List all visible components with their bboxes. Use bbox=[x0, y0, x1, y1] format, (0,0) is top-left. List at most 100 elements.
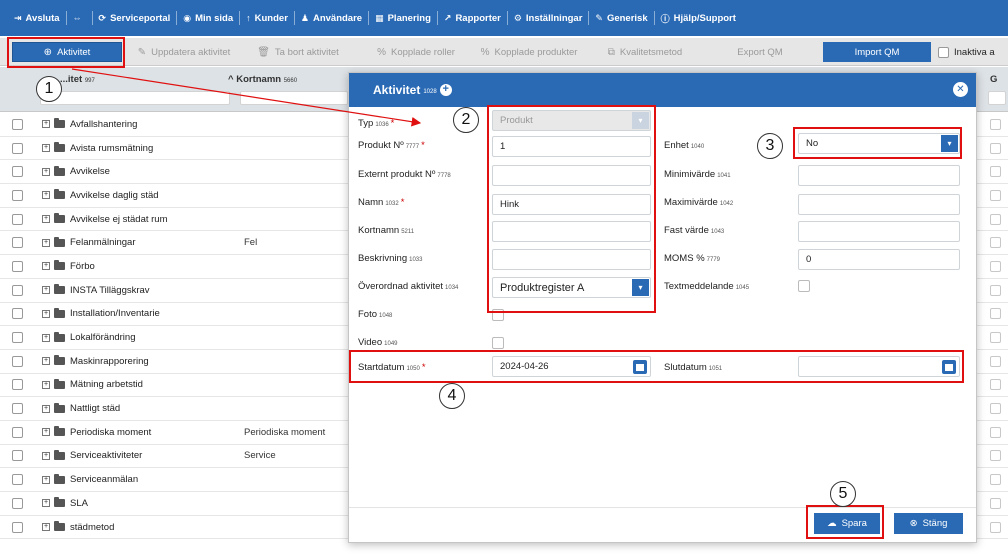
external-product-number-input[interactable] bbox=[492, 165, 651, 186]
column-header-right[interactable]: G bbox=[990, 74, 997, 85]
inactive-checkbox[interactable] bbox=[938, 46, 949, 58]
nav-item-6[interactable]: ▦ Planering bbox=[369, 11, 438, 25]
row-edge-checkbox[interactable] bbox=[990, 260, 1001, 272]
shortname-input[interactable] bbox=[492, 221, 651, 242]
close-button[interactable]: ⊗ Stäng bbox=[894, 513, 963, 534]
row-checkbox[interactable] bbox=[12, 237, 23, 249]
expand-icon[interactable]: + bbox=[42, 357, 50, 366]
row-edge-checkbox[interactable] bbox=[990, 332, 1001, 344]
row-checkbox[interactable] bbox=[12, 355, 23, 367]
expand-icon[interactable]: + bbox=[42, 238, 50, 247]
nav-item-8[interactable]: ⚙ Inställningar bbox=[508, 11, 590, 25]
quality-method-button[interactable]: ⧉ Kvalitetsmetod bbox=[600, 42, 690, 62]
inactive-filter[interactable]: Inaktiva a bbox=[938, 42, 1008, 62]
row-edge-checkbox[interactable] bbox=[990, 142, 1001, 154]
row-edge-checkbox[interactable] bbox=[990, 426, 1001, 438]
expand-icon[interactable]: + bbox=[42, 451, 50, 460]
photo-checkbox[interactable] bbox=[492, 309, 504, 321]
close-icon[interactable]: ✕ bbox=[953, 82, 968, 97]
row-checkbox[interactable] bbox=[12, 379, 23, 391]
row-edge-checkbox[interactable] bbox=[990, 355, 1001, 367]
row-edge-checkbox[interactable] bbox=[990, 450, 1001, 462]
row-edge-checkbox[interactable] bbox=[990, 284, 1001, 296]
fixed-value-input[interactable] bbox=[798, 221, 960, 242]
row-checkbox[interactable] bbox=[12, 403, 23, 415]
nav-item-2[interactable]: ⟳ Serviceportal bbox=[93, 11, 178, 25]
row-checkbox[interactable] bbox=[12, 118, 23, 130]
row-edge-checkbox[interactable] bbox=[990, 474, 1001, 486]
nav-item-5[interactable]: ♟ Användare bbox=[295, 11, 370, 25]
import-qm-button[interactable]: Import QM bbox=[823, 42, 931, 62]
nav-item-10[interactable]: ⓘ Hjälp/Support bbox=[655, 11, 742, 25]
calendar-icon[interactable] bbox=[942, 360, 956, 374]
row-edge-checkbox[interactable] bbox=[990, 213, 1001, 225]
row-edge-checkbox[interactable] bbox=[990, 237, 1001, 249]
column-header-shortname[interactable]: ^ Kortnamn 5660 bbox=[228, 74, 297, 85]
type-select[interactable]: Produkt ▾ bbox=[492, 110, 651, 131]
expand-icon[interactable]: + bbox=[42, 475, 50, 484]
video-checkbox[interactable] bbox=[492, 337, 504, 349]
parent-activity-select[interactable]: Produktregister A ▾ bbox=[492, 277, 651, 298]
description-input[interactable] bbox=[492, 249, 651, 270]
row-checkbox[interactable] bbox=[12, 213, 23, 225]
column-header-activity[interactable]: ...itet 997 bbox=[60, 74, 95, 85]
expand-icon[interactable]: + bbox=[42, 120, 50, 129]
shortname-filter-input[interactable] bbox=[240, 91, 348, 105]
linked-roles-button[interactable]: % Kopplade roller bbox=[366, 42, 466, 62]
max-value-input[interactable] bbox=[798, 194, 960, 215]
expand-icon[interactable]: + bbox=[42, 523, 50, 532]
vat-input[interactable]: 0 bbox=[798, 249, 960, 270]
expand-icon[interactable]: + bbox=[42, 144, 50, 153]
expand-icon[interactable]: + bbox=[42, 333, 50, 342]
expand-icon[interactable]: + bbox=[42, 167, 50, 176]
nav-item-7[interactable]: ↗ Rapporter bbox=[438, 11, 508, 25]
nav-item-4[interactable]: ↑ Kunder bbox=[240, 11, 295, 25]
text-message-checkbox[interactable] bbox=[798, 280, 810, 292]
expand-icon[interactable]: + bbox=[42, 499, 50, 508]
row-checkbox[interactable] bbox=[12, 332, 23, 344]
row-edge-checkbox[interactable] bbox=[990, 521, 1001, 533]
end-date-input[interactable] bbox=[798, 356, 960, 377]
expand-icon[interactable]: + bbox=[42, 380, 50, 389]
nav-item-1[interactable]: ⇔ bbox=[67, 11, 93, 25]
row-edge-checkbox[interactable] bbox=[990, 308, 1001, 320]
row-checkbox[interactable] bbox=[12, 142, 23, 154]
row-checkbox[interactable] bbox=[12, 284, 23, 296]
right-filter-input[interactable] bbox=[988, 91, 1006, 105]
delete-activity-button[interactable]: 🗑 Ta bort aktivitet bbox=[248, 42, 348, 62]
row-checkbox[interactable] bbox=[12, 474, 23, 486]
expand-icon[interactable]: + bbox=[42, 191, 50, 200]
expand-icon[interactable]: + bbox=[42, 428, 50, 437]
start-date-input[interactable]: 2024-04-26 bbox=[492, 356, 651, 377]
row-edge-checkbox[interactable] bbox=[990, 189, 1001, 201]
linked-products-button[interactable]: % Kopplade produkter bbox=[474, 42, 584, 62]
nav-item-3[interactable]: ◉ Min sida bbox=[177, 11, 241, 25]
row-edge-checkbox[interactable] bbox=[990, 166, 1001, 178]
update-activity-button[interactable]: ✎ Uppdatera aktivitet bbox=[130, 42, 238, 62]
export-qm-button[interactable]: Export QM bbox=[720, 42, 800, 62]
calendar-icon[interactable] bbox=[633, 360, 647, 374]
product-number-input[interactable]: 1 bbox=[492, 136, 651, 157]
save-button[interactable]: ☁ Spara bbox=[814, 513, 880, 534]
expand-icon[interactable]: + bbox=[42, 286, 50, 295]
row-checkbox[interactable] bbox=[12, 450, 23, 462]
row-edge-checkbox[interactable] bbox=[990, 379, 1001, 391]
name-input[interactable]: Hink bbox=[492, 194, 651, 215]
expand-icon[interactable]: + bbox=[42, 309, 50, 318]
row-checkbox[interactable] bbox=[12, 189, 23, 201]
expand-icon[interactable]: + bbox=[42, 262, 50, 271]
row-checkbox[interactable] bbox=[12, 426, 23, 438]
row-checkbox[interactable] bbox=[12, 497, 23, 509]
row-checkbox[interactable] bbox=[12, 166, 23, 178]
row-checkbox[interactable] bbox=[12, 308, 23, 320]
add-activity-button[interactable]: ⊕ Aktivitet bbox=[12, 42, 122, 62]
activity-filter-input[interactable] bbox=[40, 91, 230, 105]
nav-item-0[interactable]: ⇥ Avsluta bbox=[8, 11, 67, 25]
row-edge-checkbox[interactable] bbox=[990, 118, 1001, 130]
expand-icon[interactable]: + bbox=[42, 215, 50, 224]
expand-icon[interactable]: + bbox=[42, 404, 50, 413]
min-value-input[interactable] bbox=[798, 165, 960, 186]
row-checkbox[interactable] bbox=[12, 521, 23, 533]
unit-select[interactable]: No ▾ bbox=[798, 133, 960, 154]
row-edge-checkbox[interactable] bbox=[990, 403, 1001, 415]
